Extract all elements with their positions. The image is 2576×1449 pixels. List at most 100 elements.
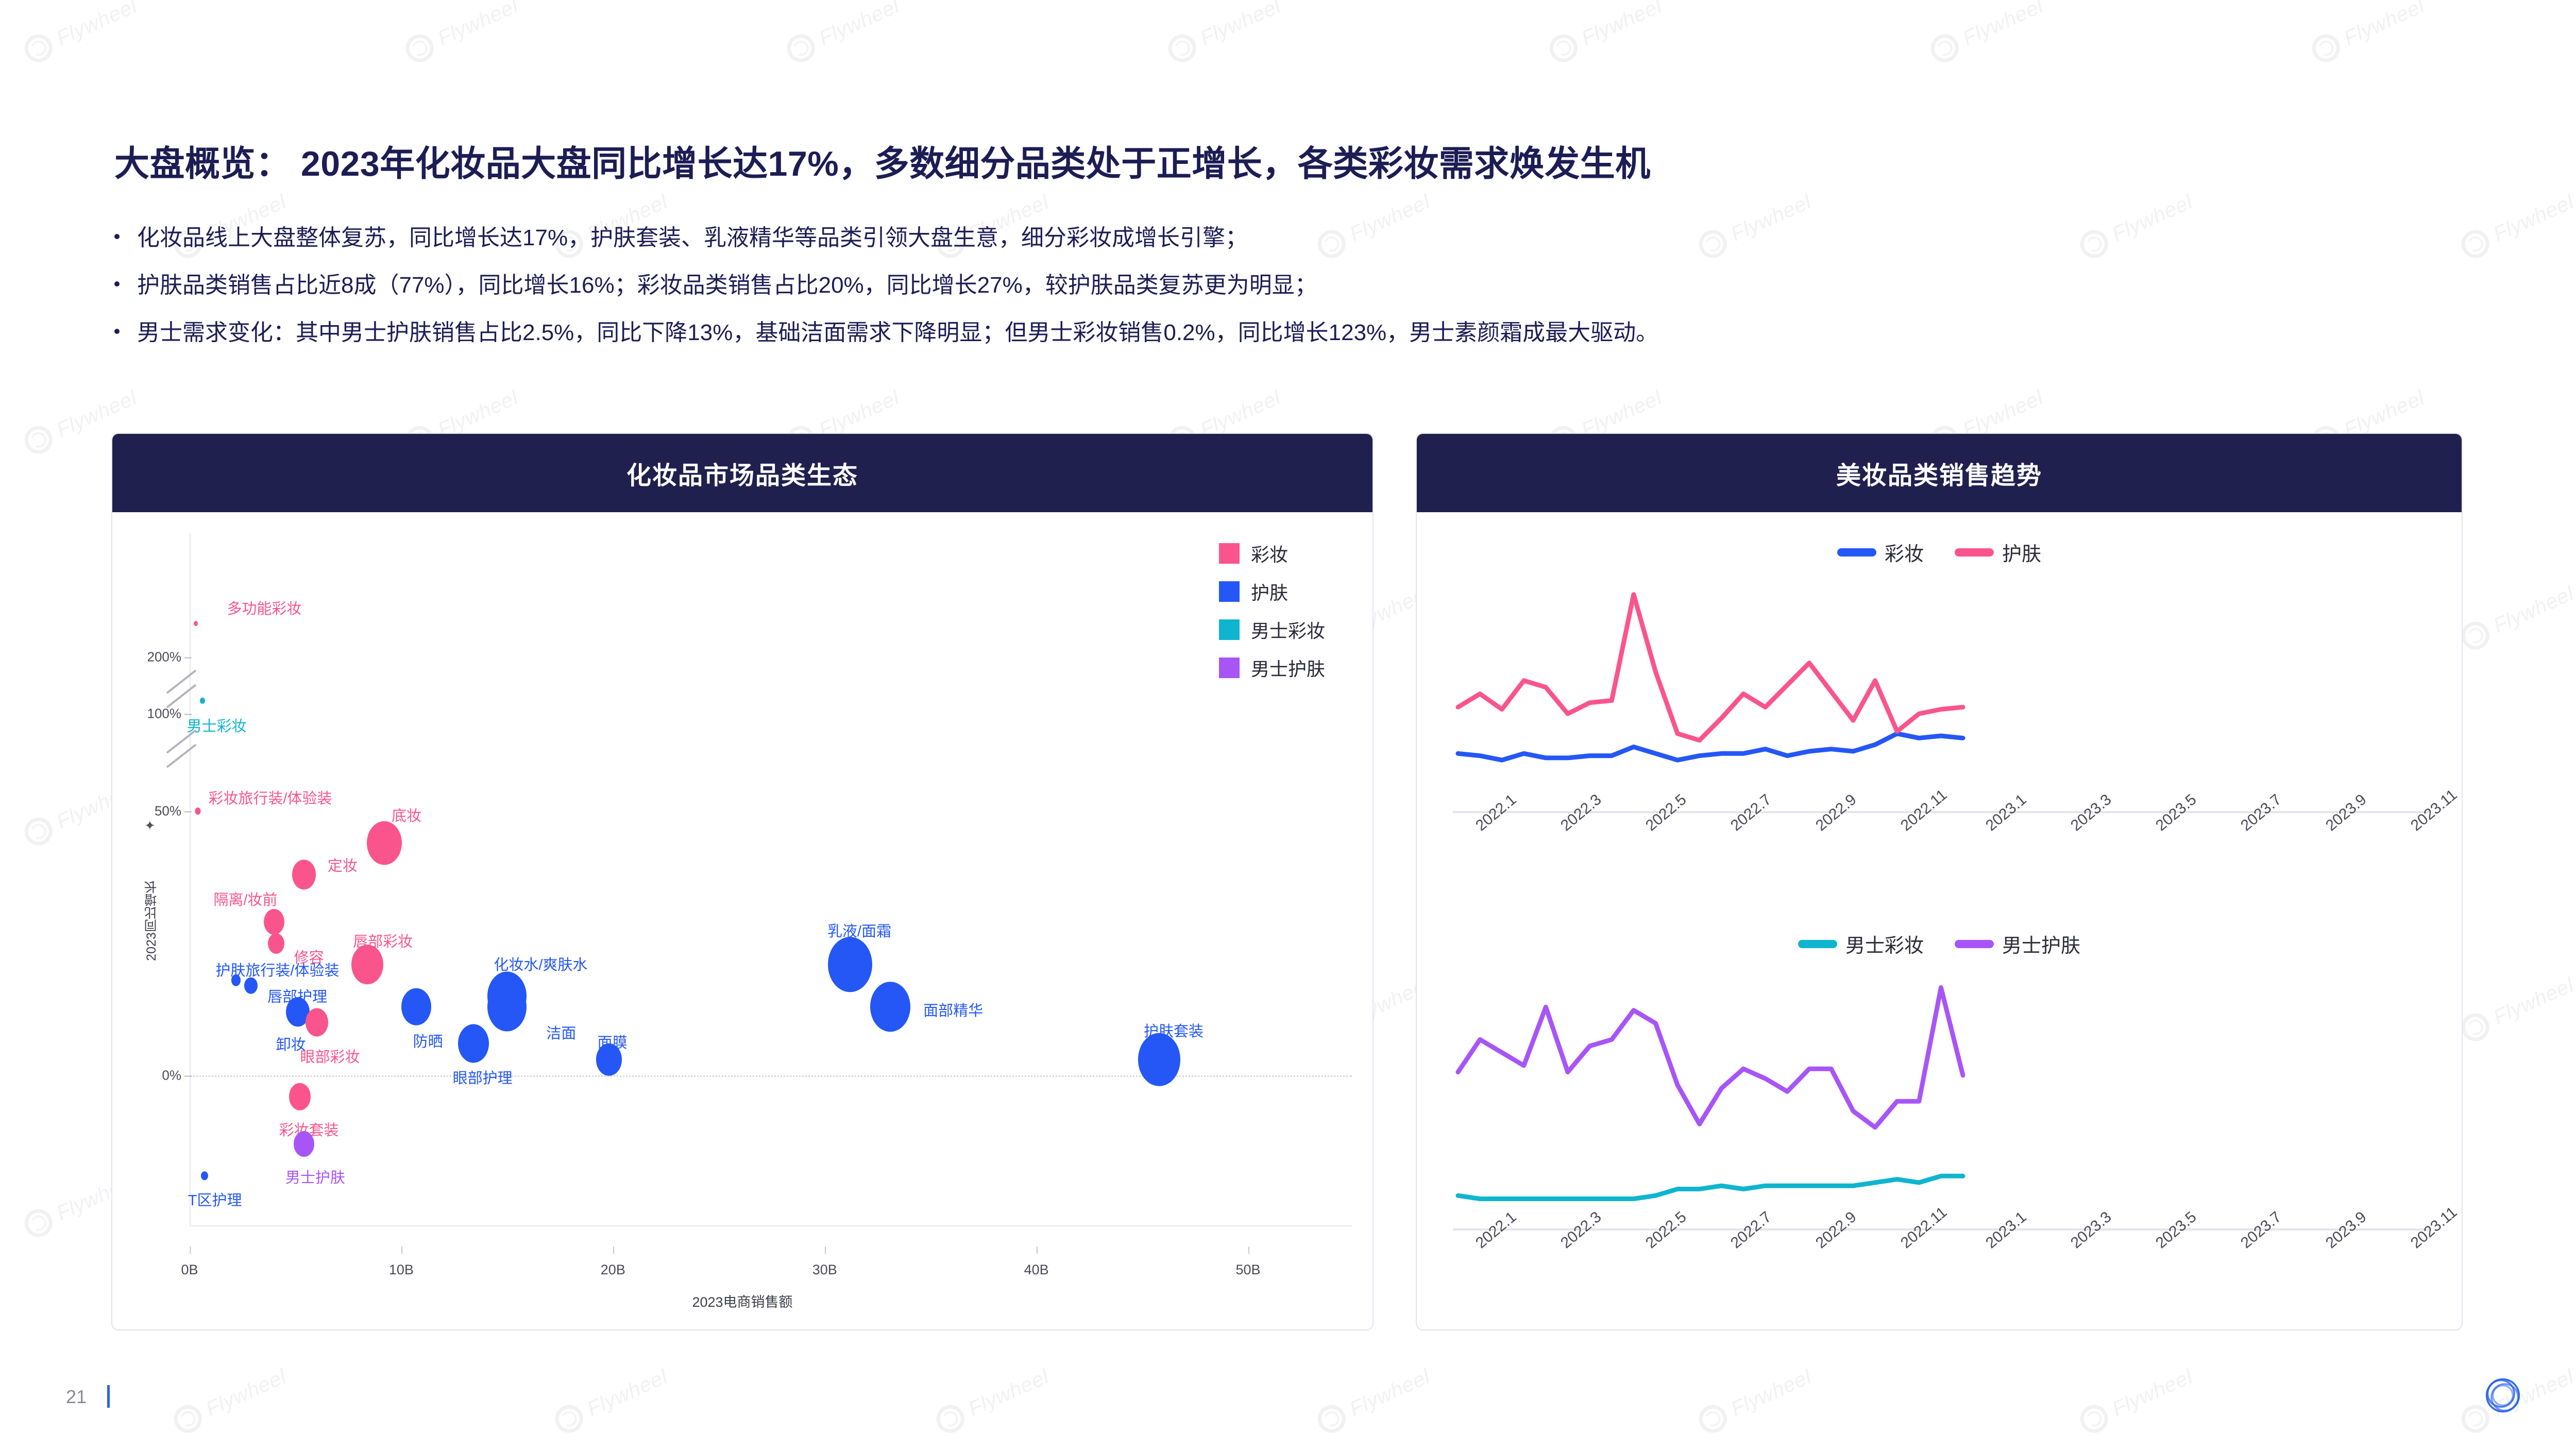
watermark: Flywheel <box>2457 971 2576 1046</box>
legend-swatch <box>1218 658 1240 678</box>
legend-swatch <box>1218 581 1240 602</box>
scatter-bubble[interactable] <box>195 807 201 815</box>
legend-label: 男士护肤 <box>2002 935 2081 957</box>
watermark: Flywheel <box>551 1363 672 1438</box>
scatter-chart: ✦ 2023同比增长 2023电商销售额 200% 100% 50% 0% 多功能彩妆男… <box>112 512 1372 1329</box>
watermark: Flywheel <box>2308 0 2429 67</box>
panel-title: 化妆品市场品类生态 <box>626 462 858 490</box>
line-series-0 <box>1458 1176 1963 1199</box>
panel-header: 美妆品类销售趋势 <box>1417 434 2462 512</box>
line-series-1 <box>1458 595 1963 740</box>
legend-item[interactable]: 彩妆 <box>1837 538 1924 566</box>
scatter-bubble[interactable] <box>194 620 198 626</box>
x-axis-label: 2023电商销售额 <box>692 1294 793 1310</box>
legend-swatch <box>1955 939 1994 948</box>
scatter-bubble[interactable] <box>293 1131 314 1157</box>
scatter-bubble[interactable] <box>305 1008 328 1037</box>
legend-item[interactable]: 护肤 <box>1218 578 1325 605</box>
scatter-bubble[interactable] <box>244 977 258 994</box>
scatter-bubble[interactable] <box>401 988 431 1025</box>
scatter-bubble[interactable] <box>199 697 205 704</box>
watermark: Flywheel <box>1545 0 1667 67</box>
y-axis-tick: 50% <box>154 803 192 819</box>
legend-item[interactable]: 男士彩妆 <box>1798 930 1924 958</box>
legend-swatch <box>1955 548 1994 557</box>
legend-item[interactable]: 男士彩妆 <box>1218 616 1325 643</box>
watermark: Flywheel <box>170 1363 291 1438</box>
panel-body: 彩妆 护肤 2022.1 2022.3 2022.5 2022.7 2022.9 2022.… <box>1417 512 2462 1329</box>
scatter-bubble[interactable] <box>457 1024 489 1063</box>
scatter-point-label: 定妆 <box>327 858 358 875</box>
scatter-bubble[interactable] <box>289 1083 311 1110</box>
chart-legend: 男士彩妆 男士护肤 <box>1417 930 2462 958</box>
watermark: Flywheel <box>1926 0 2048 67</box>
scatter-bubble[interactable] <box>268 933 285 954</box>
scatter-bubble[interactable] <box>367 821 402 865</box>
legend-item[interactable]: 彩妆 <box>1218 540 1325 567</box>
legend-swatch <box>1837 548 1876 557</box>
list-item: 男士需求变化：其中男士护肤销售占比2.5%，同比下降13%，基础洁面需求下降明显… <box>114 316 1658 349</box>
bullet-text: 男士需求变化：其中男士护肤销售占比2.5%，同比下降13%，基础洁面需求下降明显… <box>137 319 1659 345</box>
line-chart-mens-beauty-skincare: 男士彩妆 男士护肤 2022.1 2022.3 2022.5 2022.7 2022.9 2… <box>1417 914 2462 1326</box>
scatter-bubble[interactable] <box>292 860 316 889</box>
line-chart-svg <box>1453 971 1968 1218</box>
list-item: 化妆品线上大盘整体复苏，同比增长达17%，护肤套装、乳液精华等品类引领大盘生意，… <box>114 222 1658 255</box>
scatter-bubble[interactable] <box>264 909 285 935</box>
legend-label: 男士护肤 <box>1250 659 1325 680</box>
scatter-bubble[interactable] <box>487 982 527 1032</box>
zero-gridline <box>190 1075 1352 1077</box>
pin-icon: ✦ <box>144 818 156 833</box>
legend-swatch <box>1218 543 1240 564</box>
watermark: Flywheel <box>2076 188 2197 263</box>
panel-body: ✦ 2023同比增长 2023电商销售额 200% 100% 50% 0% 多功能彩妆男… <box>112 512 1372 1329</box>
legend-item[interactable]: 男士护肤 <box>1955 930 2080 958</box>
scatter-point-label: 底妆 <box>392 807 422 824</box>
scatter-bubble[interactable] <box>828 936 873 992</box>
watermark: Flywheel <box>1694 1363 1816 1438</box>
scatter-point-label: 防晒 <box>413 1033 443 1050</box>
axis-baseline <box>1453 811 2431 813</box>
bullet-dot-icon <box>114 234 120 239</box>
scatter-point-label: 隔离/妆前 <box>213 892 278 909</box>
scatter-point-label: 化妆水/爽肤水 <box>494 957 588 974</box>
legend-label: 护肤 <box>1250 582 1288 603</box>
x-axis-tick: 30B <box>812 1246 837 1277</box>
x-axis-tick: 10B <box>388 1246 414 1277</box>
bullet-text: 护肤品类销售占比近8成（77%），同比增长16%；彩妆品类销售占比20%，同比增… <box>137 272 1317 298</box>
list-item: 护肤品类销售占比近8成（77%），同比增长16%；彩妆品类销售占比20%，同比增… <box>114 269 1658 302</box>
scatter-bubble[interactable] <box>200 1171 208 1181</box>
watermark: Flywheel <box>401 0 523 67</box>
axis-baseline <box>1453 1228 2431 1231</box>
bullet-dot-icon <box>114 328 120 334</box>
scatter-point-label: 洁面 <box>546 1025 577 1042</box>
watermark: Flywheel <box>1164 0 1285 67</box>
watermark: Flywheel <box>2076 1363 2197 1438</box>
scatter-bubble[interactable] <box>870 981 911 1032</box>
legend-label: 彩妆 <box>1884 544 1924 565</box>
axis-break-icon <box>163 729 209 768</box>
bullet-list: 化妆品线上大盘整体复苏，同比增长达17%，护肤套装、乳液精华等品类引领大盘生意，… <box>114 222 1658 363</box>
legend-item[interactable]: 男士护肤 <box>1218 654 1325 681</box>
x-axis-tick: 20B <box>600 1246 625 1277</box>
page-number: 21 <box>66 1386 87 1407</box>
x-axis-tick: 2023.11 <box>2408 1203 2461 1252</box>
line-series-0 <box>1458 734 1963 760</box>
legend-item[interactable]: 护肤 <box>1955 538 2041 566</box>
line-chart-svg <box>1453 579 1968 801</box>
scatter-point-label: 护肤旅行装/体验装 <box>215 963 340 980</box>
page-title: 大盘概览： 2023年化妆品大盘同比增长达17%，多数细分品类处于正增长，各类彩… <box>114 144 1651 183</box>
scatter-point-label: 男士彩妆 <box>187 718 247 735</box>
bullet-text: 化妆品线上大盘整体复苏，同比增长达17%，护肤套装、乳液精华等品类引领大盘生意，… <box>137 225 1248 250</box>
scatter-bubble[interactable] <box>1138 1033 1180 1086</box>
legend-swatch <box>1798 939 1837 948</box>
line-chart-beauty-skincare: 彩妆 护肤 2022.1 2022.3 2022.5 2022.7 2022.9 2022.… <box>1417 523 2462 904</box>
chart-legend: 彩妆 护肤 <box>1417 538 2462 566</box>
watermark: Flywheel <box>932 1363 1054 1438</box>
y-axis-tick: 0% <box>162 1067 192 1083</box>
scatter-point-label: 乳液/面霜 <box>827 923 892 940</box>
line-series-1 <box>1458 988 1963 1127</box>
legend-label: 男士彩妆 <box>1250 620 1325 642</box>
scatter-point-label: 唇部彩妆 <box>353 933 413 950</box>
legend-label: 彩妆 <box>1250 544 1288 565</box>
legend-label: 男士彩妆 <box>1845 935 1924 957</box>
